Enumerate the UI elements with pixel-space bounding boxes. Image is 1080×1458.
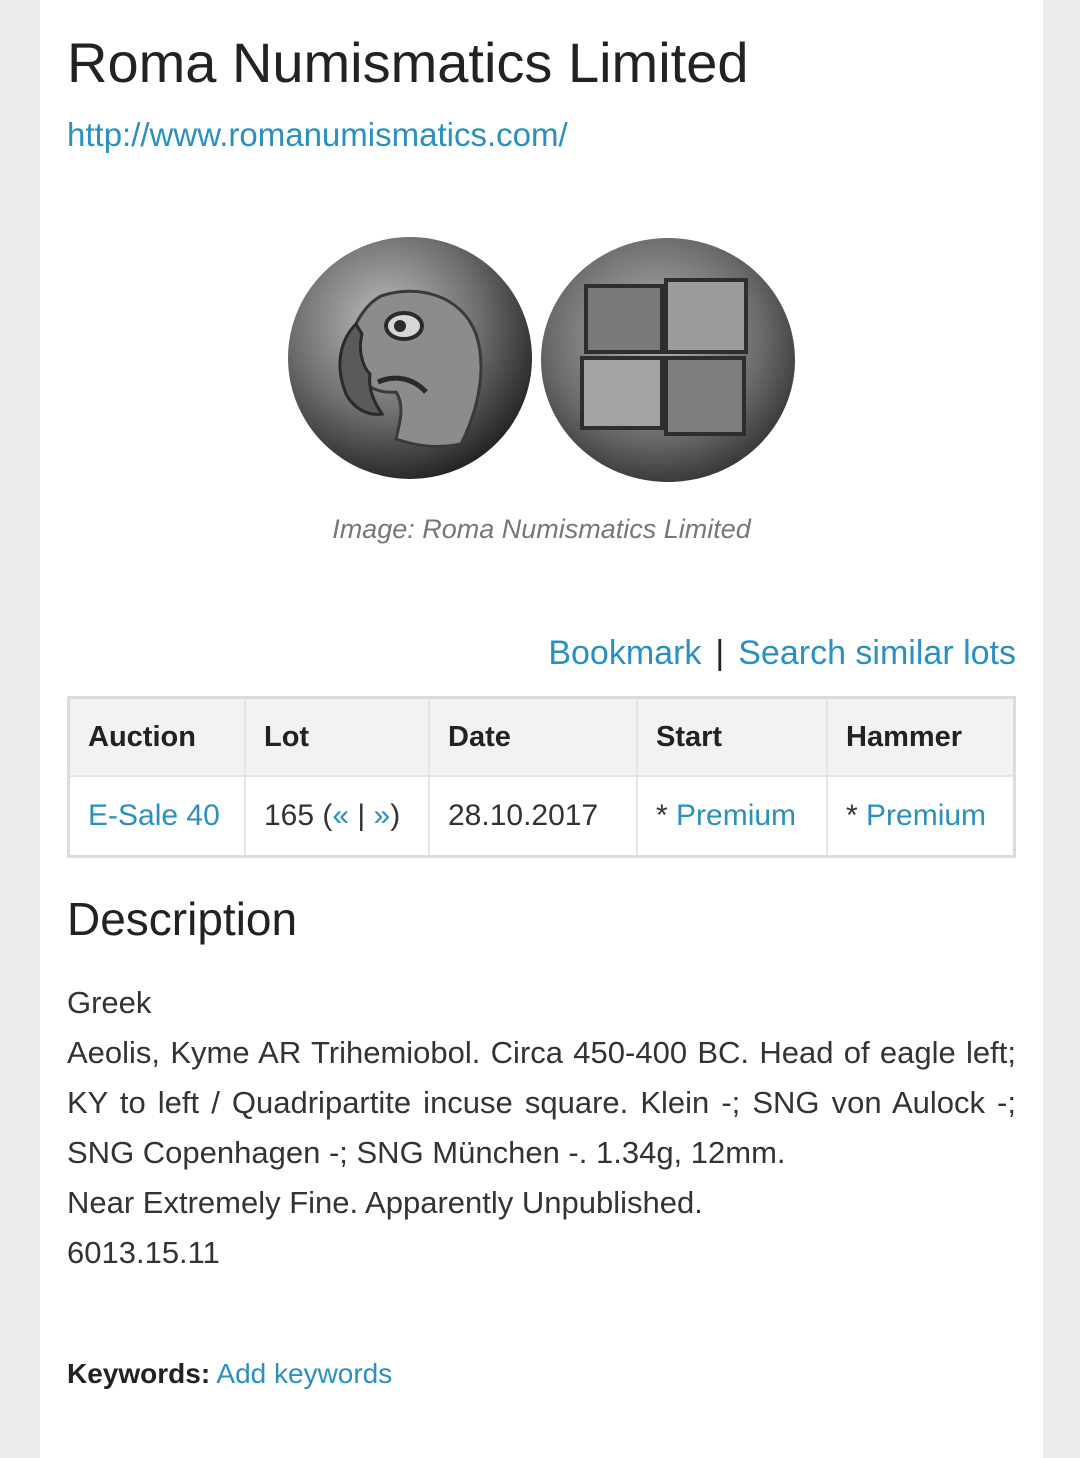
lot-nav-paren-close: ) <box>390 799 401 832</box>
start-premium-link[interactable]: Premium <box>676 799 796 832</box>
description-heading: Description <box>67 893 298 945</box>
table-header-row: Auction Lot Date Start Hammer <box>67 696 1016 777</box>
header-start: Start <box>636 696 828 777</box>
hammer-premium-link[interactable]: Premium <box>866 799 986 832</box>
description-text: Aeolis, Kyme AR Trihemiobol. Circa 450-4… <box>67 1035 1016 1170</box>
coin-obverse <box>288 237 532 479</box>
description-category: Greek <box>67 985 152 1020</box>
previous-lot-link[interactable]: « <box>332 799 349 832</box>
coin-reverse <box>541 238 795 482</box>
header-lot: Lot <box>244 696 430 777</box>
coin-image[interactable] <box>286 234 798 486</box>
image-caption: Image: Roma Numismatics Limited <box>332 514 751 544</box>
cell-start: * Premium <box>636 775 828 858</box>
start-prefix: * <box>656 799 677 832</box>
coin-photo <box>288 237 795 482</box>
lot-nav-paren: ( <box>314 799 333 832</box>
website-link[interactable]: http://www.romanumismatics.com/ <box>67 116 568 154</box>
hammer-prefix: * <box>846 799 867 832</box>
description-reference: 6013.15.11 <box>67 1235 220 1270</box>
lot-number: 165 <box>264 799 315 832</box>
actions-separator: | <box>715 634 725 672</box>
add-keywords-link[interactable]: Add keywords <box>216 1358 392 1389</box>
lot-actions: Bookmark | Search similar lots <box>548 634 1016 673</box>
header-date: Date <box>428 696 638 777</box>
keywords-row: Keywords: Add keywords <box>67 1358 392 1390</box>
page-title: Roma Numismatics Limited <box>67 31 749 94</box>
lot-nav-separator: | <box>349 799 374 832</box>
lot-page: Roma Numismatics Limited http://www.roma… <box>40 0 1043 1458</box>
search-similar-lots-link[interactable]: Search similar lots <box>738 634 1016 672</box>
lot-info-table: Auction Lot Date Start Hammer E-Sale 40 … <box>67 696 1016 858</box>
header-hammer: Hammer <box>826 696 1016 777</box>
cell-lot: 165 (« | ») <box>244 775 430 858</box>
cell-auction: E-Sale 40 <box>67 775 246 858</box>
description-grade: Near Extremely Fine. Apparently Unpublis… <box>67 1185 703 1220</box>
bookmark-link[interactable]: Bookmark <box>548 634 701 672</box>
auction-link[interactable]: E-Sale 40 <box>88 799 220 832</box>
keywords-label: Keywords: <box>67 1358 211 1389</box>
next-lot-link[interactable]: » <box>374 799 391 832</box>
table-row: E-Sale 40 165 (« | ») 28.10.2017 * Premi… <box>67 775 1016 858</box>
cell-hammer: * Premium <box>826 775 1016 858</box>
cell-date: 28.10.2017 <box>428 775 638 858</box>
description-body: Greek Aeolis, Kyme AR Trihemiobol. Circa… <box>67 978 1016 1278</box>
header-auction: Auction <box>67 696 246 777</box>
